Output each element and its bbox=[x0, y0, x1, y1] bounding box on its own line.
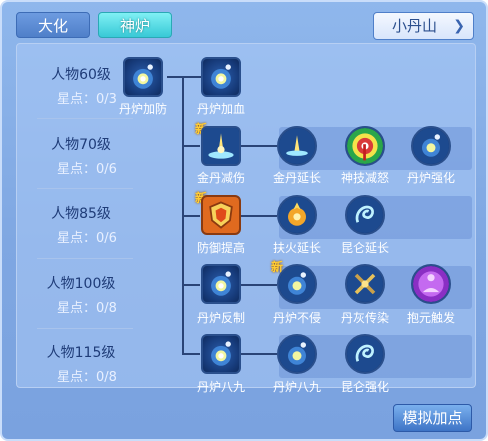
skill-label: 防御提高 bbox=[196, 241, 245, 255]
connector-line bbox=[182, 215, 200, 217]
chevron-down-icon: ❯ bbox=[453, 18, 465, 34]
divider bbox=[37, 328, 133, 329]
level-title: 人物115级 bbox=[46, 345, 116, 361]
golden-light-icon[interactable] bbox=[201, 126, 241, 166]
skill-label: 金丹延长 bbox=[272, 171, 321, 185]
target-icon[interactable] bbox=[345, 126, 385, 166]
level-stars: 星点：0/6 bbox=[57, 162, 117, 177]
skill-label: 丹炉加血 bbox=[196, 102, 245, 116]
level-row-70: 人物70级 星点：0/6 bbox=[31, 134, 131, 177]
school-dropdown[interactable]: 小丹山 ❯ bbox=[373, 12, 474, 40]
simulate-points-button[interactable]: 模拟加点 bbox=[393, 404, 472, 432]
level-stars: 星点：0/8 bbox=[57, 301, 117, 316]
skill-label: 丹炉不侵 bbox=[272, 311, 321, 325]
tab-dahua[interactable]: 大化 bbox=[16, 12, 90, 38]
furnace-icon[interactable] bbox=[411, 126, 451, 166]
level-title: 人物100级 bbox=[46, 276, 116, 292]
connector-line bbox=[182, 284, 200, 286]
connector-line bbox=[241, 145, 277, 147]
skill-label: 丹炉八九 bbox=[196, 380, 245, 394]
crossed-axes-icon[interactable] bbox=[345, 264, 385, 304]
golden-light-icon[interactable] bbox=[277, 126, 317, 166]
skill-label: 金丹减伤 bbox=[196, 171, 245, 185]
furnace-icon[interactable] bbox=[277, 264, 317, 304]
tab-shenlu[interactable]: 神炉 bbox=[98, 12, 172, 38]
skill-label: 丹炉八九 bbox=[272, 380, 321, 394]
level-title: 人物85级 bbox=[51, 206, 111, 222]
level-row-100: 人物100级 星点：0/8 bbox=[31, 273, 131, 316]
swirl-icon[interactable] bbox=[345, 195, 385, 235]
furnace-icon[interactable] bbox=[201, 57, 241, 97]
dropdown-value: 小丹山 bbox=[392, 17, 438, 35]
connector-line bbox=[182, 145, 200, 147]
level-title: 人物70级 bbox=[51, 137, 111, 153]
connector-line bbox=[182, 353, 200, 355]
level-title: 人物60级 bbox=[51, 67, 111, 83]
level-row-85: 人物85级 星点：0/6 bbox=[31, 203, 131, 246]
skill-label: 丹炉加防 bbox=[118, 102, 167, 116]
skill-label: 神技减怒 bbox=[340, 171, 389, 185]
talent-tree: 人物60级 星点：0/3 人物70级 星点：0/6 人物85级 星点：0/6 人… bbox=[16, 43, 476, 394]
furnace-icon[interactable] bbox=[123, 57, 163, 97]
level-stars: 星点：0/8 bbox=[57, 370, 117, 385]
swirl-icon[interactable] bbox=[345, 334, 385, 374]
divider bbox=[37, 188, 133, 189]
skill-label: 丹灰传染 bbox=[340, 311, 389, 325]
divider bbox=[37, 258, 133, 259]
shield-icon[interactable] bbox=[201, 195, 241, 235]
level-row-115: 人物115级 星点：0/8 bbox=[31, 342, 131, 385]
skill-label: 扶火延长 bbox=[272, 241, 321, 255]
skill-label: 丹炉强化 bbox=[406, 171, 455, 185]
level-stars: 星点：0/6 bbox=[57, 231, 117, 246]
connector-line bbox=[167, 76, 201, 78]
skill-label: 丹炉反制 bbox=[196, 311, 245, 325]
furnace-icon[interactable] bbox=[201, 334, 241, 374]
skill-label: 昆仑延长 bbox=[340, 241, 389, 255]
meditation-icon[interactable] bbox=[411, 264, 451, 304]
connector-line bbox=[241, 353, 277, 355]
skill-label: 昆仑强化 bbox=[340, 380, 389, 394]
fire-wheel-icon[interactable] bbox=[277, 195, 317, 235]
divider bbox=[37, 118, 133, 119]
skill-label: 抱元触发 bbox=[406, 311, 455, 325]
connector-line bbox=[241, 284, 277, 286]
furnace-icon[interactable] bbox=[277, 334, 317, 374]
furnace-icon[interactable] bbox=[201, 264, 241, 304]
connector-line bbox=[241, 215, 277, 217]
talent-panel: 大化 神炉 小丹山 ❯ 人物60级 星点：0/3 人物70级 星点：0/6 人物… bbox=[0, 0, 488, 441]
